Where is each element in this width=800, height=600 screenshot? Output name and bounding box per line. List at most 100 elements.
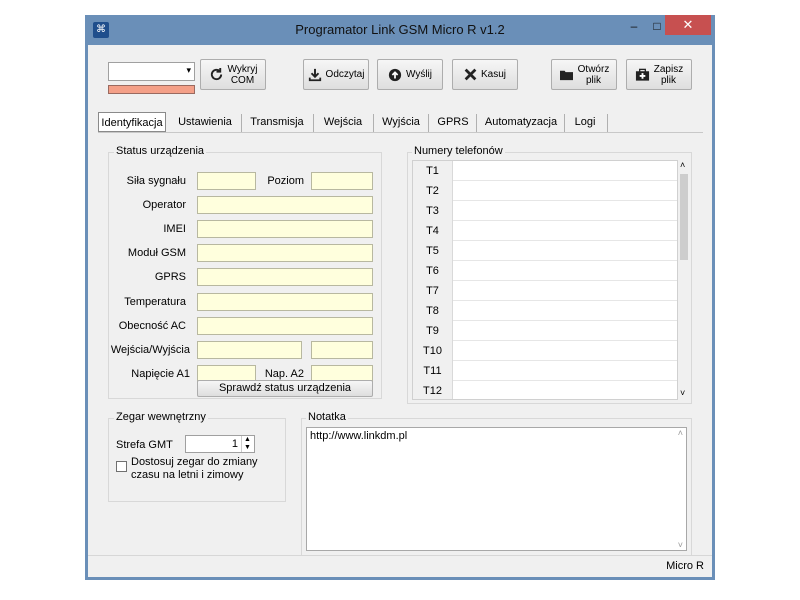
tab-wejscia[interactable]: Wejścia [319, 112, 367, 132]
check-status-button[interactable]: Sprawdź status urządzenia [197, 380, 373, 397]
note-group-title: Notatka [306, 411, 348, 423]
title-bar[interactable]: ⌘ Programator Link GSM Micro R v1.2 – □ … [85, 15, 715, 45]
imei-field [197, 220, 373, 238]
medkit-icon [635, 68, 649, 81]
phones-scrollbar[interactable]: ˄ ˅ [678, 160, 690, 400]
read-button[interactable]: Odczytaj [303, 59, 369, 90]
tab-transmisja[interactable]: Transmisja [247, 112, 307, 132]
save-file-button[interactable]: Zapisz plik [626, 59, 692, 90]
stepper-up-icon[interactable]: ▲ [241, 436, 253, 444]
gprs-field [197, 268, 373, 286]
status-group-title: Status urządzenia [114, 145, 207, 157]
table-row[interactable]: T1 [413, 161, 677, 181]
detect-com-label: Wykryj COM [227, 63, 258, 86]
chevron-down-icon: ▾ [186, 65, 191, 75]
app-window: ⌘ Programator Link GSM Micro R v1.2 – □ … [85, 15, 715, 580]
tab-logi[interactable]: Logi [570, 112, 600, 132]
table-row[interactable]: T12 [413, 381, 677, 399]
tab-gprs[interactable]: GPRS [434, 112, 472, 132]
gmt-label: Strefa GMT [116, 439, 173, 451]
phone-value[interactable] [454, 181, 677, 200]
phone-value[interactable] [454, 361, 677, 380]
note-textarea[interactable]: http://www.linkdm.pl ˄ ˅ [306, 427, 687, 551]
table-row[interactable]: T3 [413, 201, 677, 221]
note-text: http://www.linkdm.pl [310, 430, 408, 442]
phone-value[interactable] [454, 381, 677, 399]
tab-strip: Identyfikacja Ustawienia Transmisja Wejś… [98, 112, 608, 132]
scroll-down-icon[interactable]: ˅ [680, 388, 685, 398]
tab-separator [313, 114, 314, 132]
stepper-down-icon[interactable]: ▼ [241, 444, 253, 452]
dst-label: Dostosuj zegar do zmiany czasu na letni … [131, 456, 258, 481]
phone-key: T11 [413, 361, 453, 381]
phone-value[interactable] [454, 281, 677, 300]
temperature-field [197, 293, 373, 311]
dst-checkbox[interactable] [116, 461, 127, 472]
read-label: Odczytaj [325, 69, 365, 80]
tab-separator [428, 114, 429, 132]
table-row[interactable]: T2 [413, 181, 677, 201]
scroll-up-icon[interactable]: ˄ [678, 428, 683, 438]
tab-identyfikacja[interactable]: Identyfikacja [98, 112, 166, 132]
table-row[interactable]: T5 [413, 241, 677, 261]
detect-com-button[interactable]: Wykryj COM [200, 59, 266, 90]
save-file-label: Zapisz plik [653, 63, 684, 86]
phone-value[interactable] [454, 201, 677, 220]
erase-button[interactable]: Kasuj [452, 59, 518, 90]
phone-value[interactable] [454, 161, 677, 180]
tab-separator [373, 114, 374, 132]
client-area: ▾ Wykryj COM Odczytaj Wyślij Kasuj Otwór… [88, 45, 712, 577]
operator-label: Operator [142, 199, 186, 211]
tab-separator [241, 114, 242, 132]
send-button[interactable]: Wyślij [377, 59, 443, 90]
ac-presence-label: Obecność AC [118, 320, 186, 332]
close-icon[interactable]: ✕ [665, 15, 711, 35]
erase-label: Kasuj [480, 69, 506, 80]
signal-label: Siła sygnału [126, 175, 186, 187]
tab-separator [607, 114, 608, 132]
phone-key: T10 [413, 341, 453, 361]
phone-key: T1 [413, 161, 453, 181]
table-row[interactable]: T8 [413, 301, 677, 321]
phone-key: T3 [413, 201, 453, 221]
gmt-value: 1 [231, 438, 238, 450]
table-row[interactable]: T6 [413, 261, 677, 281]
phone-value[interactable] [454, 321, 677, 340]
table-row[interactable]: T4 [413, 221, 677, 241]
phones-group-title: Numery telefonów [412, 145, 505, 157]
gmt-stepper[interactable]: 1 ▲ ▼ [185, 435, 255, 453]
folder-icon [559, 70, 573, 81]
table-row[interactable]: T10 [413, 341, 677, 361]
table-row[interactable]: T9 [413, 321, 677, 341]
phone-key: T8 [413, 301, 453, 321]
phones-table[interactable]: T1 T2 T3 T4 T5 T6 T7 T8 T9 T10 T11 T12 [412, 160, 678, 400]
upload-icon [388, 68, 402, 81]
refresh-icon [210, 67, 222, 81]
table-row[interactable]: T11 [413, 361, 677, 381]
tab-ustawienia[interactable]: Ustawienia [175, 112, 235, 132]
phone-key: T4 [413, 221, 453, 241]
tab-wyjscia[interactable]: Wyjścia [379, 112, 423, 132]
phone-value[interactable] [454, 261, 677, 280]
table-row[interactable]: T7 [413, 281, 677, 301]
gsm-module-label: Moduł GSM [127, 247, 186, 259]
open-file-button[interactable]: Otwórz plik [551, 59, 617, 90]
phone-value[interactable] [454, 241, 677, 260]
com-port-select[interactable]: ▾ [108, 62, 195, 81]
io-field-1 [197, 341, 302, 359]
imei-label: IMEI [163, 223, 186, 235]
phone-key: T9 [413, 321, 453, 341]
scroll-up-icon[interactable]: ˄ [680, 160, 685, 170]
scroll-thumb[interactable] [680, 174, 688, 260]
phone-value[interactable] [454, 301, 677, 320]
voltage-a1-label: Napięcie A1 [131, 368, 190, 380]
x-icon [464, 68, 477, 81]
phone-value[interactable] [454, 221, 677, 240]
phone-value[interactable] [454, 341, 677, 360]
phone-key: T7 [413, 281, 453, 301]
signal-field [197, 172, 256, 190]
level-field [311, 172, 373, 190]
model-label: Micro R [666, 560, 704, 572]
scroll-down-icon[interactable]: ˅ [678, 540, 683, 550]
tab-automatyzacja[interactable]: Automatyzacja [482, 112, 560, 132]
